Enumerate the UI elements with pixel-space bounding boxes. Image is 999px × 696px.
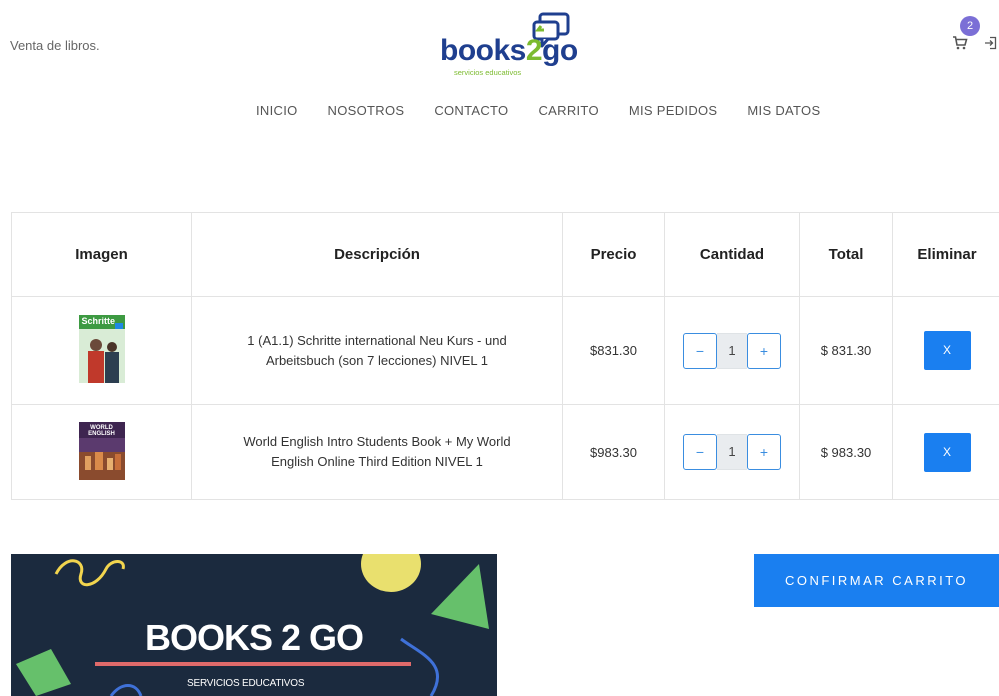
header-eliminar: Eliminar: [892, 212, 999, 297]
book-cover-title: Schritte: [81, 316, 116, 326]
nav-inicio[interactable]: INICIO: [256, 103, 298, 118]
site-logo[interactable]: books2go servicios educativos: [440, 12, 580, 77]
book-cover-title: WORLD ENGLISH: [88, 424, 115, 437]
cart-count-badge: 2: [960, 16, 980, 36]
promo-brand-title: BOOKS 2 GO: [145, 617, 364, 658]
tagline: Venta de libros.: [10, 38, 100, 53]
decrease-quantity-button[interactable]: −: [683, 434, 717, 470]
description-line: English Online Third Edition NIVEL 1: [271, 454, 483, 469]
nav-contacto[interactable]: CONTACTO: [434, 103, 508, 118]
main-nav: INICIO NOSOTROS CONTACTO CARRITO MIS PED…: [256, 103, 850, 118]
quantity-field[interactable]: 1: [717, 332, 747, 369]
delete-item-button[interactable]: X: [923, 331, 971, 370]
cell-quantity: − 1 +: [664, 296, 800, 405]
cart-button[interactable]: 2: [950, 16, 980, 50]
header-total: Total: [799, 212, 893, 297]
cell-description: World English Intro Students Book + My W…: [191, 404, 563, 500]
logout-icon[interactable]: [984, 36, 997, 50]
decrease-quantity-button[interactable]: −: [683, 332, 717, 369]
nav-mis-pedidos[interactable]: MIS PEDIDOS: [629, 103, 718, 118]
table-header-row: Imagen Descripción Precio Cantidad Total…: [11, 212, 999, 297]
description-line: World English Intro Students Book + My W…: [243, 434, 511, 449]
cart-icon: [953, 36, 968, 50]
header-descripcion: Descripción: [191, 212, 563, 297]
nav-nosotros[interactable]: NOSOTROS: [328, 103, 405, 118]
book-cover-image[interactable]: Schritte: [78, 315, 125, 383]
delete-item-button[interactable]: X: [923, 432, 971, 472]
quantity-field[interactable]: 1: [717, 434, 747, 470]
nav-carrito[interactable]: CARRITO: [538, 103, 598, 118]
promo-brand-subtitle: SERVICIOS EDUCATIVOS: [187, 678, 305, 689]
increase-quantity-button[interactable]: +: [747, 332, 781, 369]
cell-price: $831.30: [562, 296, 665, 405]
nav-mis-datos[interactable]: MIS DATOS: [747, 103, 820, 118]
book-cover-image[interactable]: WORLD ENGLISH: [78, 421, 125, 480]
cell-total: $ 831.30: [799, 296, 893, 405]
table-row: Schritte 1 (A1.1) Schritte international…: [11, 296, 999, 405]
confirm-cart-button[interactable]: CONFIRMAR CARRITO: [754, 554, 999, 607]
cell-quantity: − 1 +: [664, 404, 800, 500]
header-imagen: Imagen: [11, 212, 192, 297]
header-precio: Precio: [562, 212, 665, 297]
cart-table: Imagen Descripción Precio Cantidad Total…: [11, 212, 999, 500]
promo-banner: BOOKS 2 GO SERVICIOS EDUCATIVOS: [11, 554, 497, 696]
cell-description: 1 (A1.1) Schritte international Neu Kurs…: [191, 296, 563, 405]
description-line: Arbeitsbuch (son 7 lecciones) NIVEL 1: [265, 352, 489, 368]
increase-quantity-button[interactable]: +: [747, 434, 781, 470]
quantity-stepper: − 1 +: [683, 434, 781, 470]
cell-delete: X: [892, 296, 999, 405]
table-row: WORLD ENGLISH World English Intro Studen…: [11, 404, 999, 500]
header-cantidad: Cantidad: [664, 212, 800, 297]
quantity-stepper: − 1 +: [683, 332, 781, 369]
cell-image: WORLD ENGLISH: [11, 404, 192, 500]
description-line: 1 (A1.1) Schritte international Neu Kurs…: [247, 332, 507, 348]
cell-price: $983.30: [562, 404, 665, 500]
cell-delete: X: [892, 404, 999, 500]
logo-wordmark: books2go: [440, 34, 578, 67]
cell-total: $ 983.30: [799, 404, 893, 500]
logo-subtitle: servicios educativos: [454, 68, 522, 77]
cell-image: Schritte: [11, 296, 192, 405]
